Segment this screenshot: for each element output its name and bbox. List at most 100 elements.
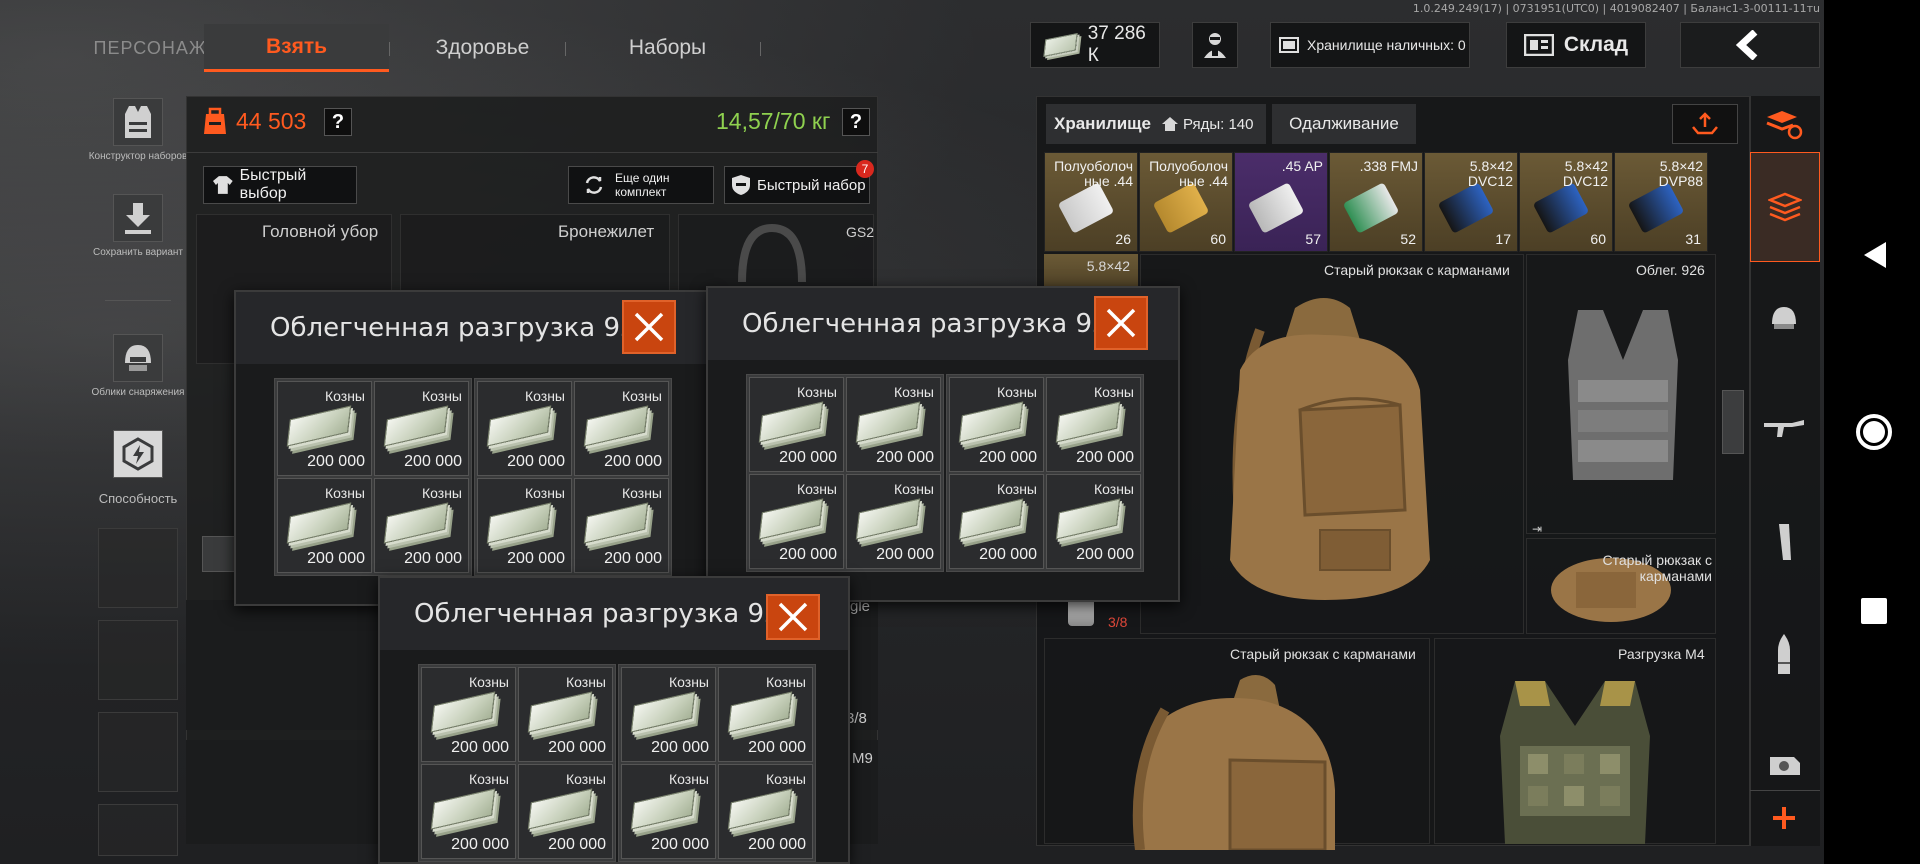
money-item[interactable]: Козны 200 000 <box>277 381 372 476</box>
quick-slot[interactable] <box>98 804 178 856</box>
cash-storage-button[interactable]: Хранилище наличных: 0 <box>1270 22 1470 68</box>
category-magazines[interactable] <box>1754 502 1814 582</box>
money-item[interactable]: Козны 200 000 <box>518 764 613 859</box>
close-button[interactable] <box>766 594 820 640</box>
warehouse-button[interactable]: Склад <box>1506 22 1646 68</box>
money-stack-icon <box>630 691 696 733</box>
money-item[interactable]: Козны 200 000 <box>374 381 469 476</box>
category-helmets[interactable] <box>1754 278 1814 358</box>
head-slot-label: Головной убор <box>262 222 379 241</box>
close-button[interactable] <box>1094 296 1148 350</box>
money-item[interactable]: Козны 200 000 <box>749 474 844 569</box>
money-item[interactable]: Козны 200 000 <box>574 381 669 476</box>
ammo-item[interactable]: 5.8×42 DVC12 17 <box>1424 152 1518 252</box>
sidebar-divider <box>1750 790 1820 791</box>
money-stack-icon <box>383 405 449 447</box>
money-item[interactable]: Козны 200 000 <box>749 377 844 472</box>
quick-kit-button[interactable]: Быстрый набор <box>724 166 870 204</box>
ammo-item[interactable]: .45 AP 57 <box>1234 152 1328 252</box>
trader-button[interactable] <box>1192 22 1238 68</box>
money-item[interactable]: Козны 200 000 <box>718 667 813 762</box>
back-button[interactable] <box>1680 22 1820 68</box>
quick-kit-label: Быстрый набор <box>757 176 866 194</box>
category-storage[interactable] <box>1750 152 1820 262</box>
money-item[interactable]: Козны 200 000 <box>421 764 516 859</box>
gear-skins-label: Облики снаряжения <box>91 387 185 398</box>
money-item[interactable]: Козны 200 000 <box>277 478 372 573</box>
money-item[interactable]: Козны 200 000 <box>949 377 1044 472</box>
category-weapons[interactable] <box>1754 388 1814 468</box>
money-item[interactable]: Козны 200 000 <box>518 667 613 762</box>
money-stack-icon <box>430 788 496 830</box>
tab-divider <box>565 42 566 56</box>
sort-button[interactable] <box>1672 104 1738 144</box>
money-item[interactable]: Козны 200 000 <box>718 764 813 859</box>
backpack2-label: Старый рюкзак с карманами <box>1230 646 1416 662</box>
value-help-button[interactable]: ? <box>324 108 352 136</box>
one-more-kit-button[interactable]: Еще один комплект <box>568 166 714 204</box>
money-item[interactable]: Козны 200 000 <box>846 377 941 472</box>
gear-skins-button[interactable] <box>113 334 163 382</box>
money-item[interactable]: Козны 200 000 <box>574 478 669 573</box>
nav-back-button[interactable] <box>1860 240 1890 275</box>
ammo-item[interactable]: Полуоболоч ные .44 60 <box>1139 152 1233 252</box>
tab-lending[interactable]: Одалживание <box>1272 104 1416 144</box>
money-item[interactable]: Козны 200 000 <box>374 478 469 573</box>
open-icon[interactable]: ⇥ <box>1532 522 1542 536</box>
money-stack-icon <box>430 691 496 733</box>
money-display[interactable]: 37 286 К <box>1030 22 1160 68</box>
warehouse-label: Склад <box>1563 33 1629 56</box>
add-category-button[interactable] <box>1754 796 1814 840</box>
vest-pocket: Козны 200 000 Козны 200 000 Козны 200 000 К… <box>746 374 944 572</box>
save-variant-label: Сохранить вариант <box>92 247 184 258</box>
kit-builder-button[interactable] <box>113 98 163 146</box>
money-item[interactable]: Козны 200 000 <box>846 474 941 569</box>
money-item[interactable]: Козны 200 000 <box>621 764 716 859</box>
nav-recents-square-icon[interactable] <box>1861 598 1887 624</box>
money-item[interactable]: Козны 200 000 <box>1046 474 1141 569</box>
vest-label: Облег. 926 <box>1636 262 1705 278</box>
money-item[interactable]: Козны 200 000 <box>477 478 572 573</box>
tab-health[interactable]: Здоровье <box>400 24 565 72</box>
quick-slot[interactable] <box>98 528 178 608</box>
tab-storage[interactable]: Хранилище Ряды: 140 <box>1046 104 1266 144</box>
sort-icon <box>1692 112 1718 135</box>
money-item[interactable]: Козны 200 000 <box>477 381 572 476</box>
category-all[interactable] <box>1754 96 1814 152</box>
popup-title: Облегченная разгрузка 926 <box>270 313 654 343</box>
vest-icon <box>125 106 151 138</box>
ability-button[interactable] <box>113 430 163 478</box>
storage-scrollbar-thumb[interactable] <box>1722 390 1744 454</box>
quick-select-button[interactable]: Быстрый выбор <box>203 166 357 204</box>
quick-slot[interactable] <box>98 712 178 792</box>
ammo-item-name: 5.8×42 <box>1086 258 1130 274</box>
weight-help-button[interactable]: ? <box>842 108 870 136</box>
money-value: 37 286 К <box>1087 23 1146 66</box>
close-icon <box>778 602 808 632</box>
category-ammo[interactable] <box>1754 614 1814 694</box>
money-item[interactable]: Козны 200 000 <box>1046 377 1141 472</box>
ammo-item[interactable]: 5.8×42 DVP88 31 <box>1614 152 1708 252</box>
money-stack-icon <box>383 502 449 544</box>
ammo-item[interactable]: 5.8×42 DVC12 60 <box>1519 152 1613 252</box>
tab-sets[interactable]: Наборы <box>580 24 755 72</box>
ammo-item[interactable]: Полуоболоч ные .44 26 <box>1044 152 1138 252</box>
tab-divider <box>760 42 761 56</box>
money-item[interactable]: Козны 200 000 <box>949 474 1044 569</box>
ammo-item[interactable]: .338 FMJ 52 <box>1329 152 1423 252</box>
ability-icon <box>122 437 154 471</box>
quick-kit-badge: 7 <box>856 160 874 178</box>
tab-take[interactable]: Взять <box>204 24 389 72</box>
weapon-name-fragment: M9 <box>852 750 873 767</box>
money-item[interactable]: Козны 200 000 <box>621 667 716 762</box>
close-button[interactable] <box>622 300 676 354</box>
vest-image <box>1568 310 1678 480</box>
save-variant-button[interactable] <box>113 194 163 242</box>
warehouse-icon <box>1523 34 1554 56</box>
trader-icon <box>1204 33 1226 58</box>
category-attachments[interactable] <box>1754 724 1814 804</box>
layers-icon <box>1768 192 1802 222</box>
nav-home-button[interactable] <box>1854 412 1894 457</box>
quick-slot[interactable] <box>98 620 178 700</box>
money-item[interactable]: Козны 200 000 <box>421 667 516 762</box>
